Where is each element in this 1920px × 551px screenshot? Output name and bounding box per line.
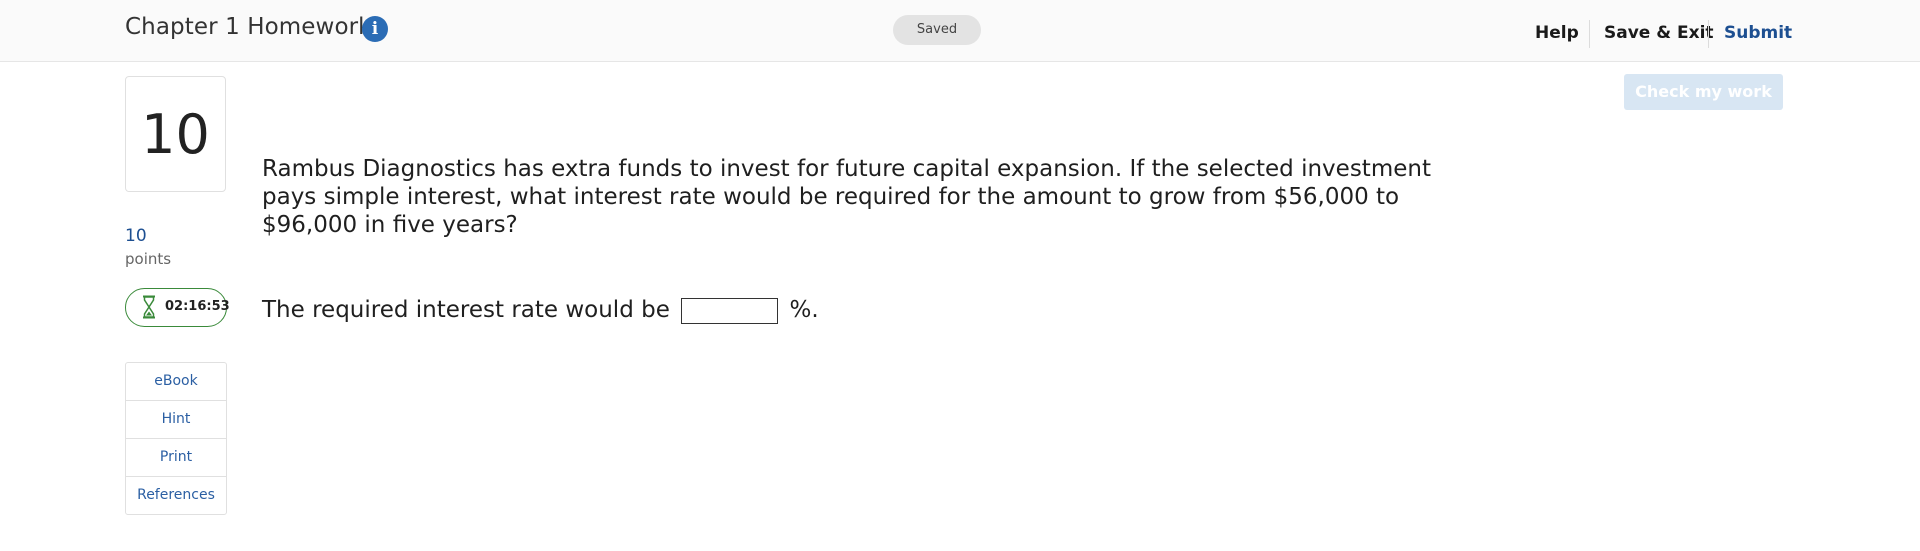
question-number: 10 [125,76,226,192]
divider [1708,20,1709,48]
answer-row: The required interest rate would be %. [262,295,819,325]
hourglass-icon [143,295,155,319]
interest-rate-input[interactable] [681,297,779,324]
submit-link[interactable]: Submit [1724,23,1792,43]
assignment-title: Chapter 1 Homework [125,14,372,40]
answer-suffix: %. [789,297,819,323]
answer-prefix: The required interest rate would be [262,297,670,323]
check-my-work-button[interactable]: Check my work [1624,74,1783,110]
divider [1589,20,1590,48]
points-label: points [125,250,172,268]
references-button[interactable]: References [126,476,226,514]
print-button[interactable]: Print [126,438,226,476]
question-text: Rambus Diagnostics has extra funds to in… [262,156,1431,238]
timer: 02:16:53 [125,288,230,327]
help-link[interactable]: Help [1535,23,1579,43]
ebook-button[interactable]: eBook [126,363,226,400]
save-exit-link[interactable]: Save & Exit [1604,23,1714,43]
timer-text: 02:16:53 [165,299,230,314]
hint-button[interactable]: Hint [126,400,226,438]
tools-menu: eBook Hint Print References [125,362,227,515]
saved-status-badge: Saved [893,15,981,45]
points-value: 10 [125,226,147,246]
info-icon[interactable]: i [362,16,388,42]
top-bar: Chapter 1 Homework i Saved Help Save & E… [0,0,1920,62]
